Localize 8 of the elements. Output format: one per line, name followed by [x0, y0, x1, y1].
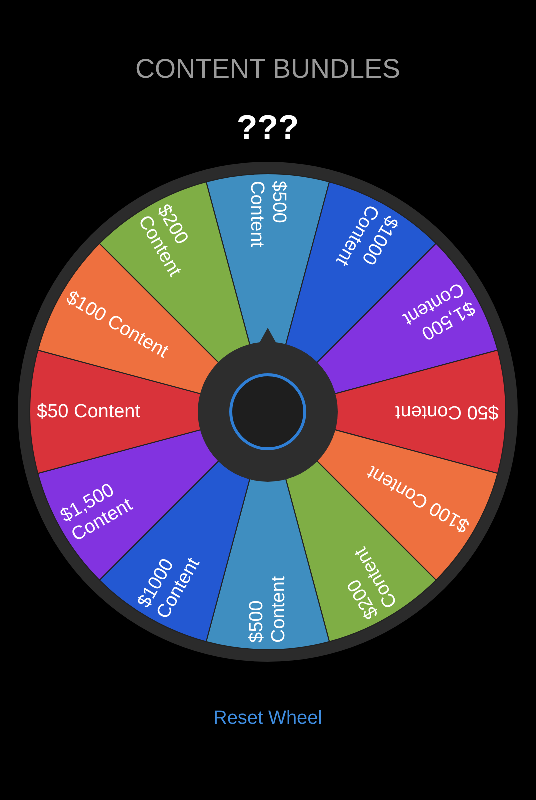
segment-label: $500 Content — [246, 576, 290, 643]
segment-label: $500 Content — [246, 181, 290, 248]
page-title: CONTENT BUNDLES — [135, 53, 401, 86]
reset-wheel-button[interactable]: Reset Wheel — [208, 704, 328, 734]
segment-label: $50 Content — [395, 402, 499, 422]
wheel-hub[interactable] — [198, 328, 338, 482]
segment-label: $50 Content — [37, 402, 141, 422]
subtitle: ??? — [236, 108, 300, 148]
